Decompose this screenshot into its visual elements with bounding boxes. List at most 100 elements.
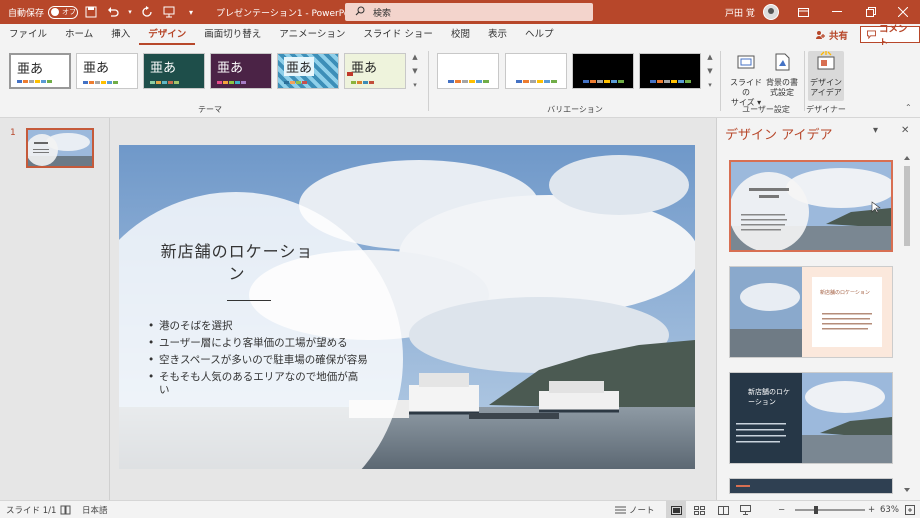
document-title: プレゼンテーション1 - PowerPoint: [216, 8, 362, 19]
save-icon[interactable]: [82, 3, 100, 21]
theme-office-2[interactable]: 亜あ: [76, 53, 138, 89]
redo-icon[interactable]: [138, 3, 156, 21]
minimize-icon[interactable]: [820, 0, 854, 24]
design-pane-scrollbar[interactable]: [902, 154, 912, 494]
bullet-item: ユーザー層により客単価の工場が望める: [146, 337, 368, 350]
variation-4[interactable]: [639, 53, 701, 89]
theme-gallery-scroll[interactable]: ▲ ▼ ▾: [410, 53, 420, 89]
chevron-down-icon[interactable]: ▼: [707, 67, 712, 75]
design-idea-1[interactable]: [729, 160, 893, 252]
slide-thumbnail-image: [28, 130, 92, 166]
normal-view-icon[interactable]: [666, 501, 686, 518]
ribbon-tabs: ファイル ホーム 挿入 デザイン 画面切り替え アニメーション スライド ショー…: [0, 24, 920, 49]
slide-size-icon: [737, 55, 755, 69]
autosave-label: 自動保存: [8, 8, 45, 19]
tab-design[interactable]: デザイン: [139, 24, 196, 45]
tab-transitions[interactable]: 画面切り替え: [195, 24, 270, 45]
user-account[interactable]: 戸田 覚: [725, 0, 779, 24]
tab-home[interactable]: ホーム: [56, 24, 102, 45]
close-icon[interactable]: ✕: [901, 125, 909, 136]
chevron-down-icon[interactable]: ▼: [412, 67, 417, 75]
search-icon: [355, 6, 365, 19]
chevron-up-icon[interactable]: ▲: [707, 53, 712, 61]
comment-icon: [867, 30, 876, 39]
theme-office[interactable]: 亜あ: [9, 53, 71, 89]
design-ideas-pane: デザイン アイデア ▾ ✕ 新店舗のロケーション 新店舗のロケーション: [716, 118, 920, 500]
design-idea-4[interactable]: [729, 478, 893, 494]
theme-ion[interactable]: 亜あ: [210, 53, 272, 89]
search-box[interactable]: 検索: [345, 3, 593, 21]
slide-thumbnail[interactable]: [26, 128, 94, 168]
zoom-level[interactable]: 63%: [880, 501, 899, 518]
design-idea-3[interactable]: 新店舗のロケーション: [729, 372, 893, 464]
slide-sorter-icon[interactable]: [694, 501, 705, 518]
zoom-slider-thumb[interactable]: [813, 506, 818, 514]
variation-gallery-scroll[interactable]: ▲ ▼ ▾: [705, 53, 715, 89]
share-icon: [816, 30, 825, 39]
language-indicator[interactable]: 日本語: [82, 501, 108, 518]
comment-button[interactable]: コメント: [860, 24, 920, 49]
design-idea-2[interactable]: 新店舗のロケーション: [729, 266, 893, 358]
slide-size-button[interactable]: スライドの サイズ ▾: [728, 51, 764, 108]
spellcheck-icon[interactable]: [60, 501, 71, 518]
design-ideas-icon: [817, 51, 835, 70]
background-format-button[interactable]: 背景の書 式設定: [764, 51, 800, 98]
customize-toolbar-icon[interactable]: ▾: [182, 3, 200, 21]
theme-retrospect[interactable]: 亜あ: [344, 53, 406, 89]
ribbon-display-icon[interactable]: [786, 0, 820, 24]
tab-review[interactable]: 校閲: [442, 24, 479, 45]
tab-slideshow[interactable]: スライド ショー: [354, 24, 442, 45]
variation-3[interactable]: [572, 53, 634, 89]
group-label-user: ユーザー設定: [742, 105, 790, 114]
design-pane-title: デザイン アイデア: [725, 128, 833, 143]
group-label-theme: テーマ: [198, 105, 222, 114]
autosave[interactable]: 自動保存 オフ: [8, 5, 79, 19]
reading-view-icon[interactable]: [718, 501, 729, 518]
bullet-list[interactable]: 港のそばを選択 ユーザー層により客単価の工場が望める 空きスペースが多いので駐車…: [146, 320, 368, 401]
status-bar: スライド 1/1 日本語 ノート − + 63%: [0, 500, 920, 518]
design-idea-2-title: 新店舗のロケーション: [820, 290, 870, 296]
group-label-variation: バリエーション: [547, 105, 603, 114]
autosave-toggle[interactable]: オフ: [48, 5, 79, 19]
ribbon: 亜あ 亜あ 亜あ 亜あ 亜あ 亜あ ▲ ▼ ▾ テーマ ▲ ▼ ▾ バリエーショ…: [0, 45, 920, 118]
zoom-in-icon[interactable]: +: [868, 501, 875, 518]
zoom-slider-track[interactable]: [795, 509, 865, 511]
share-button[interactable]: 共有: [810, 26, 854, 43]
slideshow-icon[interactable]: [740, 501, 751, 518]
theme-pattern[interactable]: 亜あ: [277, 53, 339, 89]
tab-animations[interactable]: アニメーション: [270, 24, 354, 45]
tab-insert[interactable]: 挿入: [102, 24, 139, 45]
slide-canvas[interactable]: 新店舗のロケーション 港のそばを選択 ユーザー層により客単価の工場が望める 空き…: [119, 145, 695, 469]
variation-1[interactable]: [437, 53, 499, 89]
search-placeholder: 検索: [373, 8, 392, 19]
avatar: [762, 4, 779, 20]
bullet-item: 空きスペースが多いので駐車場の確保が容易: [146, 354, 368, 367]
collapse-ribbon-icon[interactable]: ⌃: [905, 103, 912, 112]
chevron-down-icon[interactable]: ▾: [126, 3, 134, 21]
notes-icon: [615, 506, 626, 513]
slide-title[interactable]: 新店舗のロケーション: [159, 241, 315, 285]
design-idea-1-preview: [731, 162, 891, 250]
background-format-icon: [775, 53, 790, 71]
theme-facet[interactable]: 亜あ: [143, 53, 205, 89]
more-icon[interactable]: ▾: [708, 81, 712, 89]
zoom-out-icon[interactable]: −: [778, 501, 785, 518]
notes-button[interactable]: ノート: [615, 501, 655, 518]
fit-to-window-icon[interactable]: [905, 501, 915, 518]
variation-2[interactable]: [505, 53, 567, 89]
slide-indicator: スライド 1/1: [6, 506, 57, 516]
tab-view[interactable]: 表示: [479, 24, 516, 45]
tab-file[interactable]: ファイル: [0, 24, 56, 45]
tab-help[interactable]: ヘルプ: [516, 24, 563, 45]
more-icon[interactable]: ▾: [413, 81, 417, 89]
present-icon[interactable]: [160, 3, 178, 21]
group-label-designer: デザイナー: [806, 105, 846, 114]
slide-number: 1: [10, 128, 16, 138]
chevron-up-icon[interactable]: ▲: [412, 53, 417, 61]
design-ideas-button[interactable]: デザイン アイデア: [808, 51, 844, 101]
user-name: 戸田 覚: [725, 8, 755, 19]
bullet-item: そもそも人気のあるエリアなので地価が高い: [146, 371, 368, 397]
pane-options-icon[interactable]: ▾: [873, 125, 878, 136]
undo-icon[interactable]: [104, 3, 122, 21]
bullet-item: 港のそばを選択: [146, 320, 368, 333]
